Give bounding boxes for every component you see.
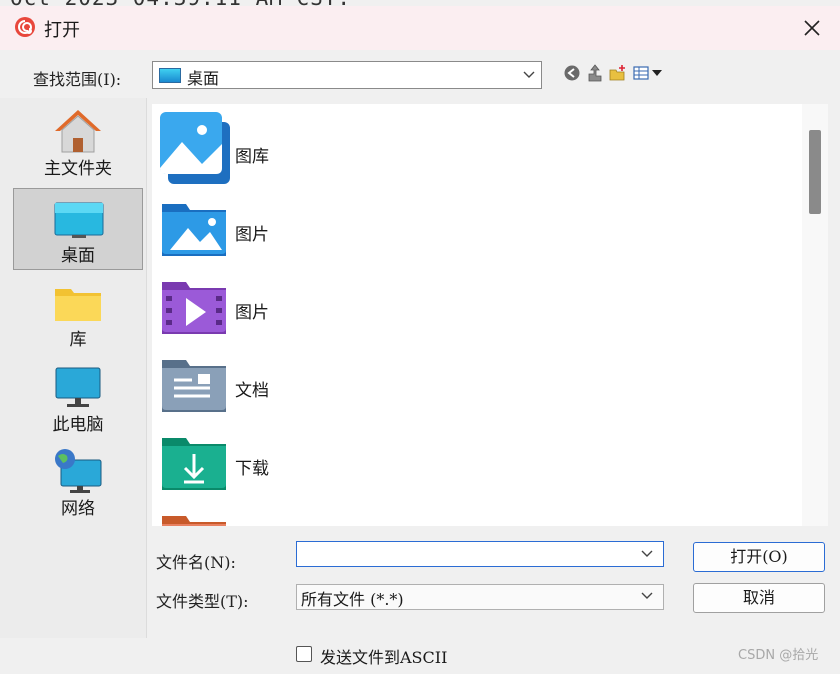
- place-home[interactable]: 主文件夹: [13, 102, 143, 184]
- filename-label: 文件名(N):: [156, 553, 236, 572]
- file-name: 下载: [235, 459, 269, 479]
- file-item-music[interactable]: [160, 502, 460, 526]
- chevron-down-icon: [523, 71, 535, 78]
- file-name: 图片: [235, 225, 269, 245]
- lookin-value: 桌面: [187, 69, 220, 88]
- filetype-value: 所有文件 (*.*): [301, 590, 404, 609]
- file-name: 文档: [235, 381, 269, 401]
- videos-folder-icon: [162, 282, 226, 334]
- desktop-mini-icon: [159, 68, 181, 83]
- music-folder-icon: [162, 516, 226, 526]
- close-button[interactable]: [790, 10, 834, 46]
- downloads-folder-icon: [162, 438, 226, 490]
- filetype-label: 文件类型(T):: [156, 592, 249, 611]
- vertical-scrollbar[interactable]: [802, 104, 828, 526]
- file-item-pictures[interactable]: 图片: [160, 190, 460, 264]
- file-list: 图库 图片 图片 文档 下载: [152, 104, 802, 526]
- home-icon: [55, 110, 101, 153]
- desktop-icon: [54, 202, 104, 238]
- lookin-label: 查找范围(I):: [33, 70, 122, 89]
- place-label: 网络: [61, 499, 95, 519]
- file-item-gallery[interactable]: 图库: [160, 112, 460, 186]
- place-this-pc[interactable]: 此电脑: [13, 358, 143, 440]
- filetype-select[interactable]: 所有文件 (*.*): [296, 584, 664, 610]
- file-item-documents[interactable]: 文档: [160, 346, 460, 420]
- chevron-down-icon: [641, 592, 653, 599]
- computer-icon: [55, 367, 101, 407]
- send-ascii-checkbox[interactable]: [296, 646, 312, 662]
- place-network[interactable]: 网络: [13, 442, 143, 524]
- scroll-thumb[interactable]: [809, 130, 821, 214]
- place-label: 桌面: [61, 246, 95, 266]
- file-name: 图片: [235, 303, 269, 323]
- places-sidebar: 主文件夹 桌面 库 此电脑 网络: [0, 98, 147, 638]
- place-label: 主文件夹: [44, 159, 112, 179]
- chevron-down-icon[interactable]: [640, 544, 654, 564]
- back-icon[interactable]: [563, 64, 581, 82]
- file-name: 图库: [235, 147, 269, 167]
- title-bar: 打开: [0, 6, 840, 50]
- send-ascii-label: 发送文件到ASCII: [320, 648, 448, 667]
- new-folder-icon[interactable]: [609, 64, 627, 82]
- place-label: 此电脑: [52, 415, 104, 435]
- open-file-dialog: 打开 查找范围(I): 桌面 主文件夹 桌面 库 此电脑 网络 图库 图片 图片…: [0, 6, 840, 674]
- place-label: 库: [69, 330, 87, 350]
- app-swirl-icon: [15, 17, 35, 37]
- window-title: 打开: [44, 20, 80, 41]
- cancel-button[interactable]: 取消: [693, 583, 825, 613]
- close-icon: [804, 20, 820, 36]
- view-menu-icon[interactable]: [633, 64, 665, 82]
- documents-folder-icon: [162, 360, 226, 412]
- filename-input[interactable]: [296, 541, 664, 567]
- lookin-combobox[interactable]: 桌面: [152, 61, 542, 89]
- watermark: CSDN @拾光: [738, 648, 819, 663]
- place-library[interactable]: 库: [13, 273, 143, 355]
- pictures-folder-icon: [162, 204, 226, 256]
- library-folder-icon: [55, 289, 101, 321]
- network-icon: [55, 449, 102, 493]
- open-button[interactable]: 打开(O): [693, 542, 825, 572]
- file-item-videos[interactable]: 图片: [160, 268, 460, 342]
- up-folder-icon[interactable]: [586, 64, 604, 82]
- gallery-icon: [160, 112, 230, 184]
- file-item-downloads[interactable]: 下载: [160, 424, 460, 498]
- place-desktop[interactable]: 桌面: [13, 188, 143, 270]
